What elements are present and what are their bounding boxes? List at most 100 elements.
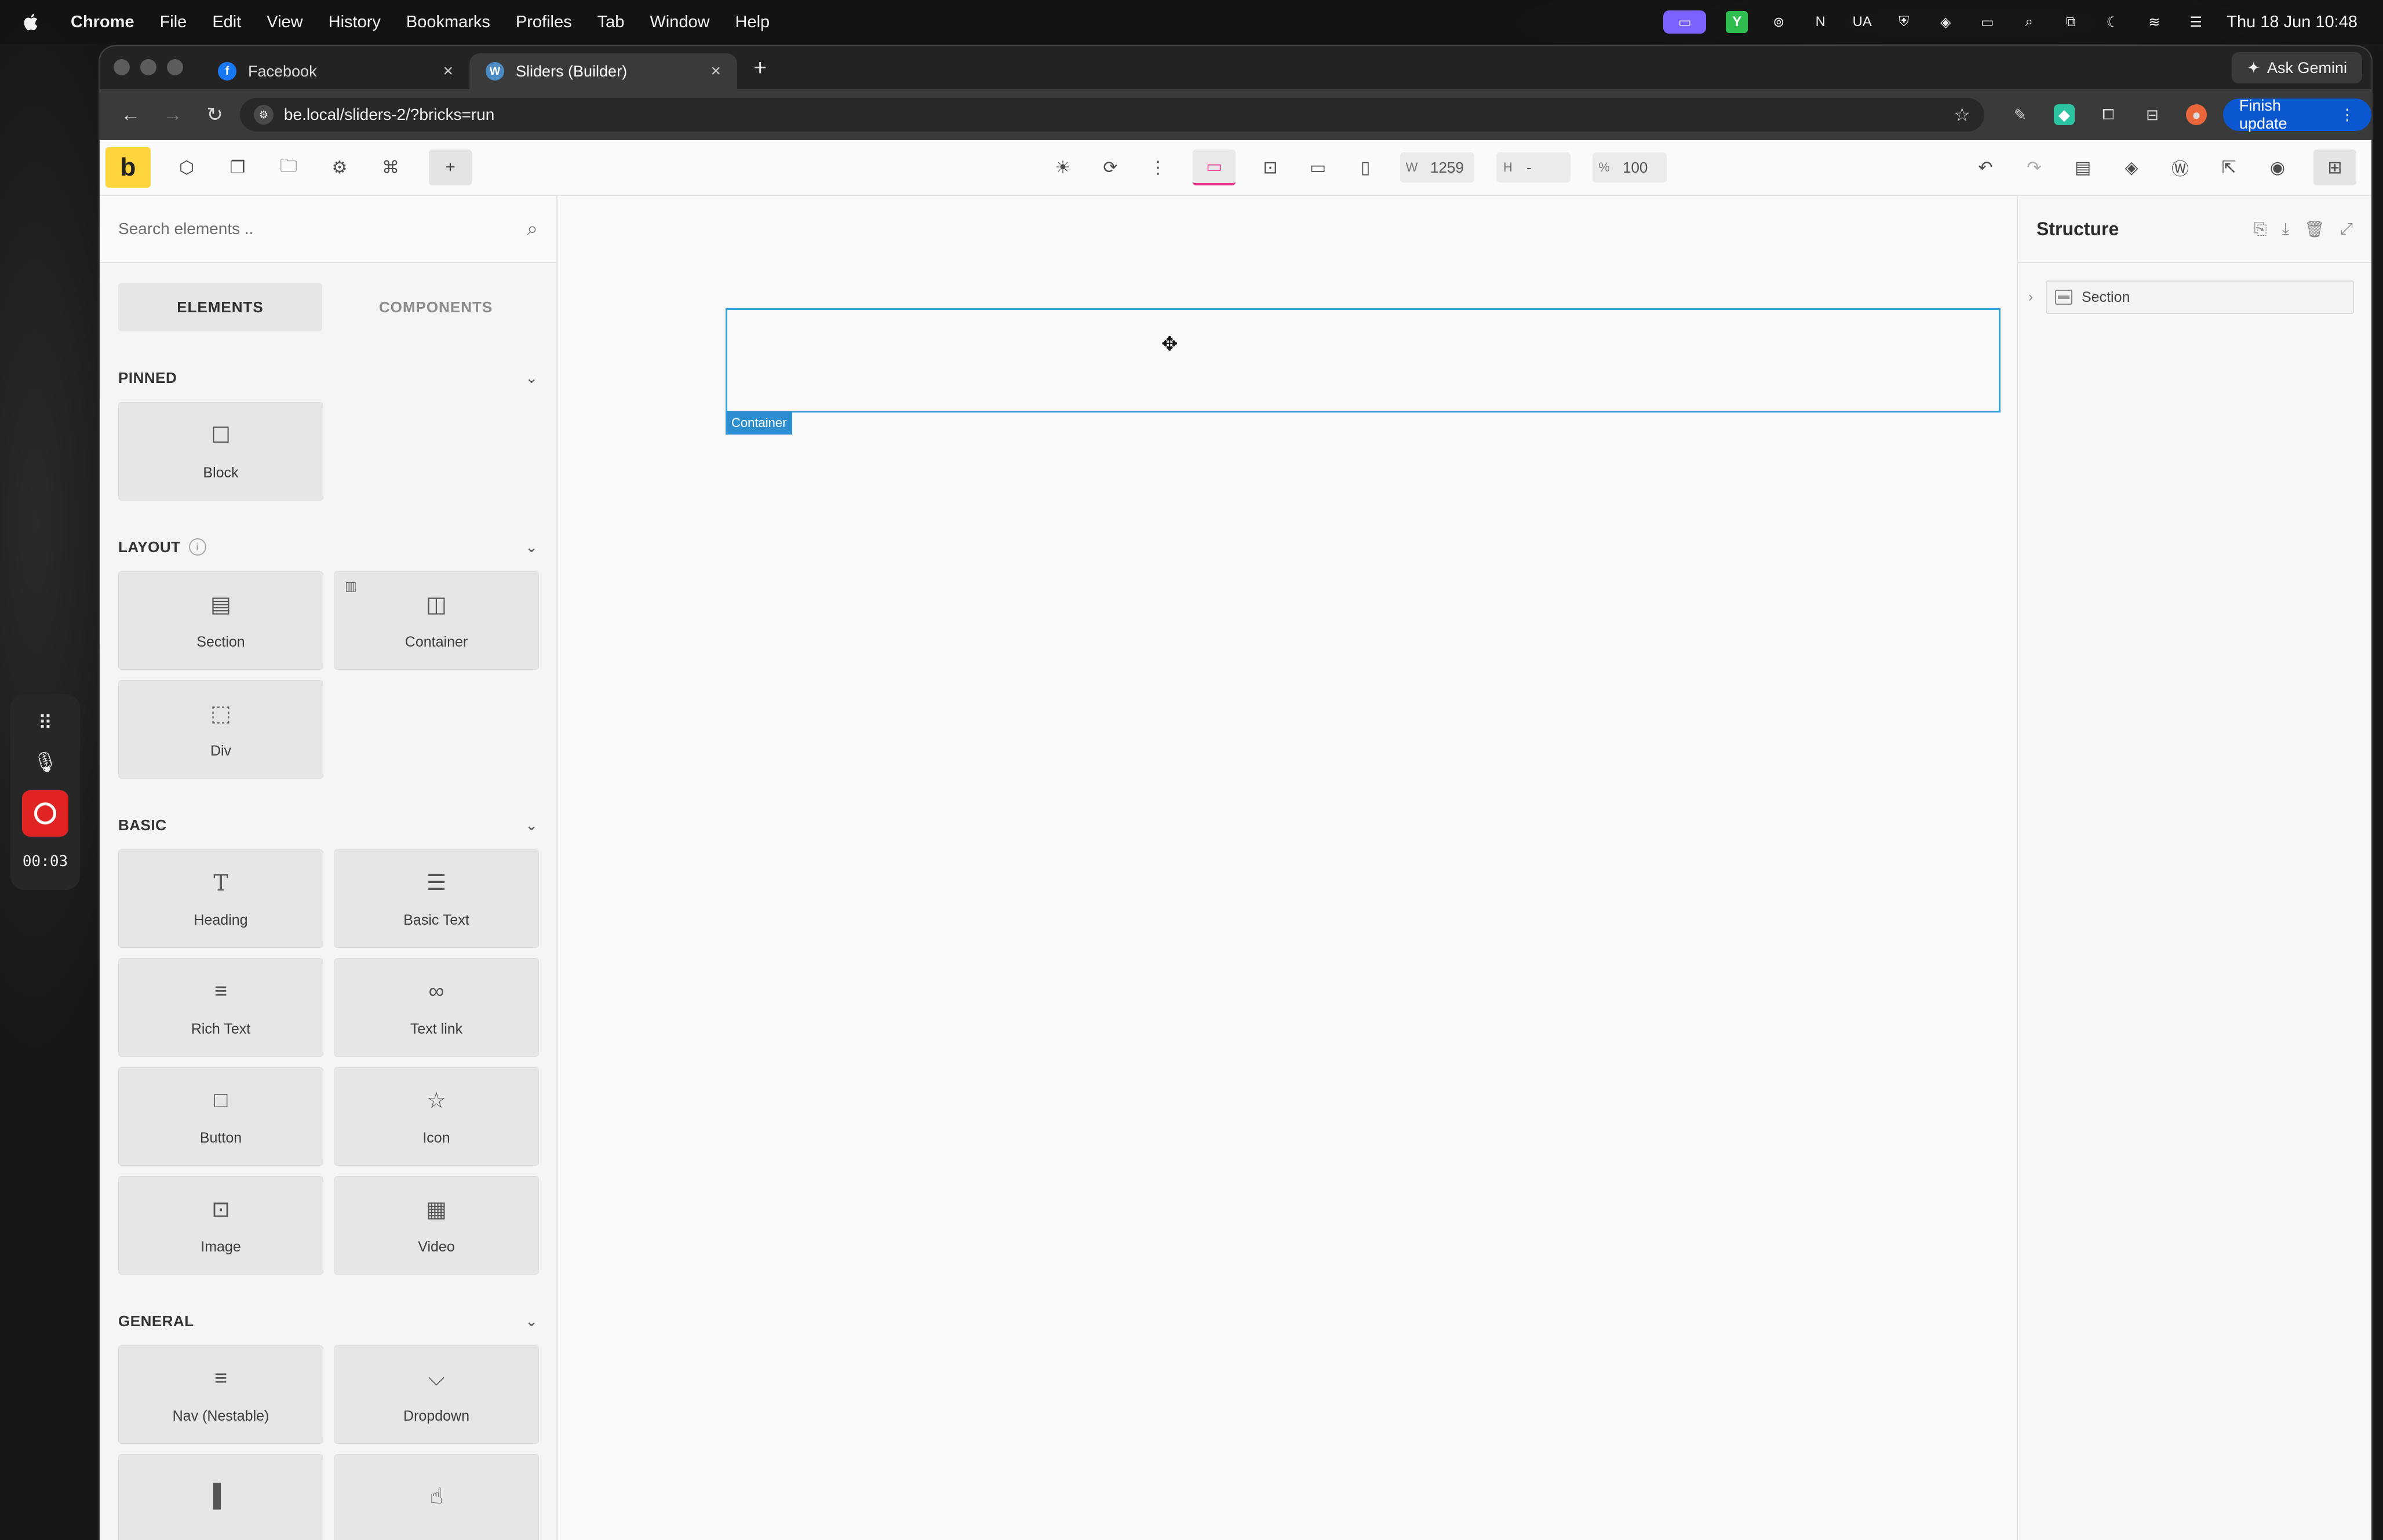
download-icon[interactable]: ⤓ [2282,220,2289,239]
width-value[interactable]: 1259 [1423,159,1474,177]
chevron-down-icon[interactable]: ⌄ [525,538,538,556]
element-block[interactable]: ☐ Block [118,402,323,501]
selected-container-outline[interactable] [726,308,2001,413]
focus-moon-icon[interactable]: ☾ [2101,11,2123,33]
wordpress-icon[interactable]: Ⓦ [2167,155,2193,180]
menu-edit[interactable]: Edit [199,13,254,32]
element-button[interactable]: □ Button [118,1067,323,1166]
clipboard-icon[interactable]: ⎘ [2254,220,2267,239]
selected-element-tag[interactable]: Container [726,411,793,435]
menu-app-name[interactable]: Chrome [58,13,147,32]
wifi-icon[interactable]: ≋ [2143,11,2165,33]
tab-search-icon[interactable]: ⊟ [2142,104,2163,125]
finish-update-button[interactable]: Finish update ⋮ [2222,97,2371,132]
category-basic[interactable]: BASIC ⌄ [100,813,556,837]
minimize-window-button[interactable] [140,59,156,75]
sun-theme-icon[interactable]: ☀ [1050,155,1076,180]
element-nav-nestable[interactable]: ≡ Nav (Nestable) [118,1345,323,1444]
zoom-field[interactable]: % 100 [1593,152,1667,183]
height-field[interactable]: H - [1496,152,1571,183]
browser-tab-facebook[interactable]: f Facebook × [202,53,469,89]
close-tab-icon[interactable]: × [443,61,453,81]
app-tray-icon[interactable]: Y [1726,11,1748,33]
menu-history[interactable]: History [316,13,393,32]
width-field[interactable]: W 1259 [1400,152,1474,183]
element-rich-text[interactable]: ≡ Rich Text [118,958,323,1057]
green-extension-icon[interactable]: ◆ [2053,104,2075,125]
expand-icon[interactable]: ⤢ [2340,220,2353,239]
menu-help[interactable]: Help [723,13,783,32]
zoom-window-button[interactable] [167,59,183,75]
element-video[interactable]: ▦ Video [334,1176,539,1275]
spotlight-search-icon[interactable]: ⌕ [2018,11,2040,33]
battery-icon[interactable]: ▭ [1976,11,1998,33]
ask-gemini-button[interactable]: ✦ Ask Gemini [2232,52,2362,83]
screen-share-icon[interactable]: ▭ [1663,10,1707,34]
shield-icon[interactable]: ⛨ [1893,11,1915,33]
profile-avatar[interactable]: ● [2185,104,2207,125]
new-tab-button[interactable]: + [753,55,767,81]
tablet-landscape-icon[interactable]: ⊡ [1258,155,1283,180]
chevron-down-icon[interactable]: ⌄ [525,816,538,834]
element-image[interactable]: ⊡ Image [118,1176,323,1275]
url-text[interactable]: be.local/sliders-2/?bricks=run [284,105,494,124]
category-layout[interactable]: LAYOUT i ⌄ [100,535,556,559]
templates-icon[interactable]: ▤ [2070,155,2096,180]
element-container[interactable]: ▥ ◫ Container [334,571,539,670]
folder-icon[interactable]: 🗀 [276,155,301,180]
stop-recording-button[interactable] [22,790,68,837]
search-icon[interactable]: ⌕ [527,218,538,240]
zoom-value[interactable]: 100 [1616,159,1667,177]
menu-view[interactable]: View [254,13,315,32]
search-elements-input[interactable] [118,220,527,238]
element-basic-text[interactable]: ☰ Basic Text [334,849,539,948]
element-dropdown[interactable]: ⌵ Dropdown [334,1345,539,1444]
chevron-down-icon[interactable]: ⌄ [525,369,538,387]
element-div[interactable]: ⬚ Div [118,680,323,779]
site-settings-icon[interactable]: ⚙ [253,105,274,125]
control-center-icon[interactable]: ☰ [2185,11,2207,33]
redo-icon[interactable]: ↷ [2021,155,2047,180]
menubar-clock[interactable]: Thu 18 Jun 10:48 [2227,13,2358,32]
mobile-portrait-icon[interactable]: ▯ [1353,155,1378,180]
tab-components[interactable]: COMPONENTS [334,283,538,331]
reload-icon[interactable]: ↻ [203,103,226,126]
menu-tab[interactable]: Tab [585,13,637,32]
element-icon[interactable]: ☆ Icon [334,1067,539,1166]
screen-mirror-icon[interactable]: ⧉ [2060,11,2082,33]
builder-canvas[interactable]: Container ✥ [558,196,2024,1540]
notion-icon[interactable]: N [1809,11,1831,33]
chevron-down-icon[interactable]: ⌄ [525,1312,538,1330]
add-elements-icon[interactable]: + [429,149,472,185]
settings-gear-icon[interactable]: ⚙ [327,155,352,180]
bookmark-star-icon[interactable]: ☆ [1954,104,1970,126]
element-offcanvas[interactable]: ▌ [118,1454,323,1540]
element-toggle[interactable]: ☝ [334,1454,539,1540]
menu-bookmarks[interactable]: Bookmarks [393,13,503,32]
mic-muted-icon[interactable]: 🎙 [32,751,57,774]
tab-elements[interactable]: ELEMENTS [118,283,322,331]
external-link-icon[interactable]: ⇱ [2216,155,2242,180]
desktop-breakpoint-icon[interactable]: ▭ [1193,149,1236,185]
menu-profiles[interactable]: Profiles [503,13,585,32]
command-icon[interactable]: ⌘ [378,155,403,180]
close-window-button[interactable] [114,59,130,75]
refresh-icon[interactable]: ⟳ [1098,155,1123,180]
undo-icon[interactable]: ↶ [1973,155,1998,180]
puzzle-extensions-icon[interactable]: ⧠ [2098,104,2119,125]
forward-icon[interactable]: → [162,103,184,126]
height-value[interactable]: - [1520,159,1571,177]
pencil-extension-icon[interactable]: ✎ [2010,104,2031,125]
preview-eye-icon[interactable]: ◉ [2265,155,2290,180]
back-icon[interactable]: ← [119,103,142,126]
chevron-right-icon[interactable]: › [2028,289,2046,305]
pages-icon[interactable]: ❐ [225,155,250,180]
menu-file[interactable]: File [147,13,200,32]
apple-icon[interactable] [22,12,42,32]
save-icon[interactable]: ⊞ [2313,149,2356,185]
loop-icon[interactable]: ⊚ [1768,11,1790,33]
menu-window[interactable]: Window [637,13,722,32]
trash-icon[interactable]: 🗑 [2304,220,2325,239]
layers-icon[interactable]: ◈ [2119,155,2144,180]
keyboard-layout-indicator[interactable]: UA [1851,11,1873,33]
